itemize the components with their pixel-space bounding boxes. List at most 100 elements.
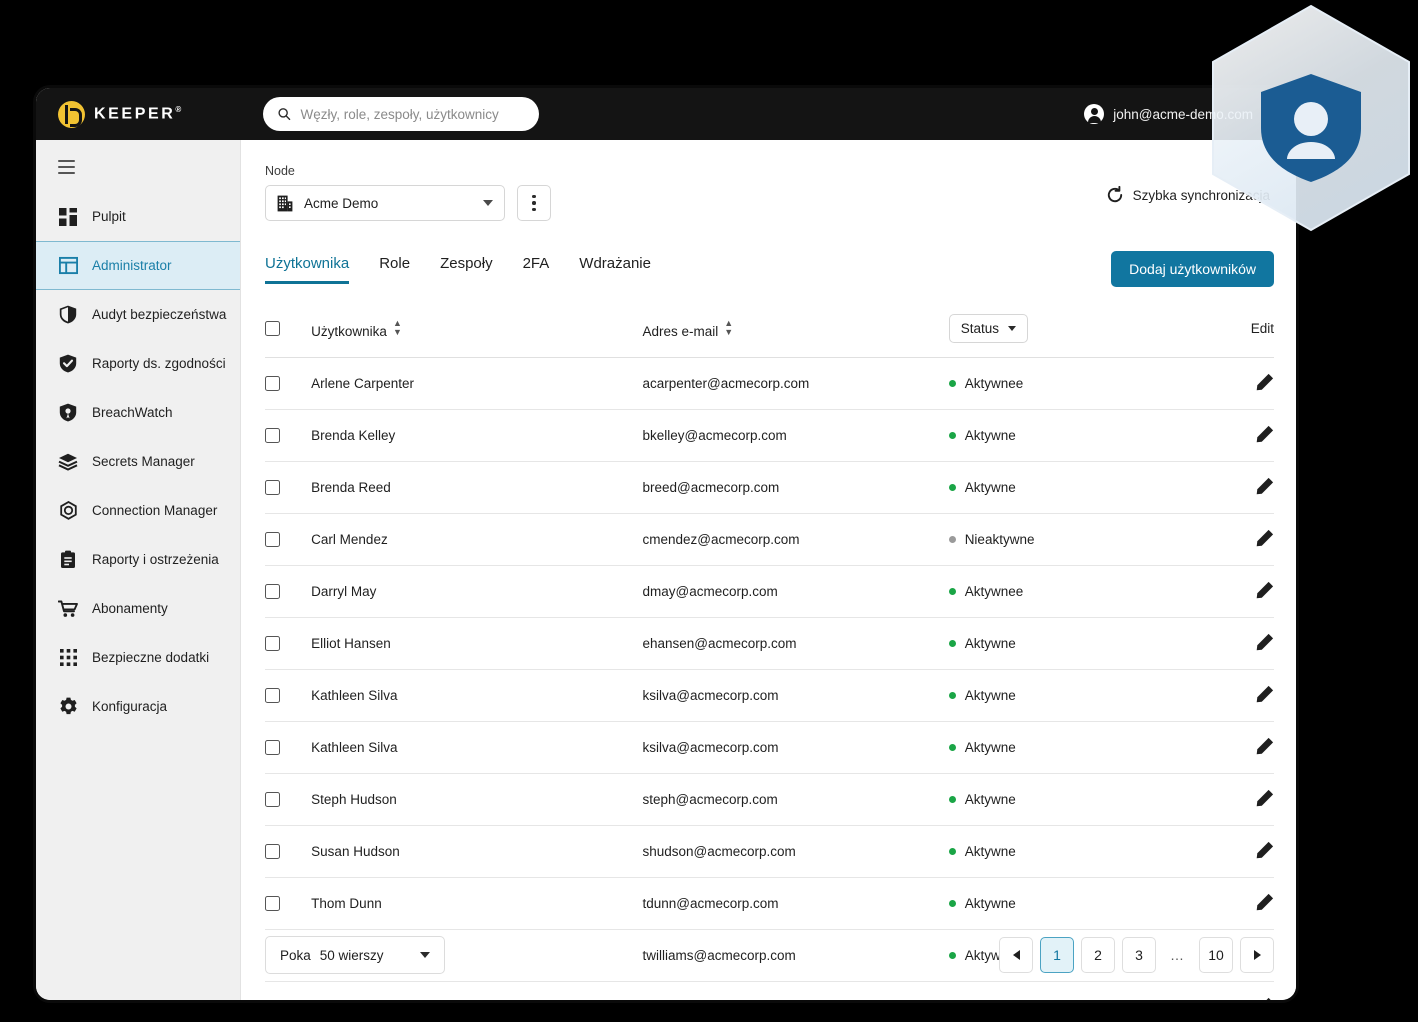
table-row[interactable]: Elliot Hansen ehansen@acmecorp.com Aktywne [265, 617, 1274, 670]
pencil-icon[interactable] [1256, 581, 1274, 602]
add-users-button[interactable]: Dodaj użytkowników [1111, 251, 1274, 287]
table-row[interactable]: Steph Hudson steph@acmecorp.com Aktywne [265, 773, 1274, 826]
hamburger-icon[interactable] [36, 146, 76, 192]
header-email[interactable]: Adres e-mail ▲ ▼ [642, 305, 948, 358]
users-table: Użytkownika▲ ▼ Adres e-mail▲ ▼ Status Ed… [265, 305, 1274, 1000]
sort-arrows-icon[interactable]: ▲ ▼ [724, 318, 733, 337]
row-checkbox[interactable] [265, 584, 280, 599]
table-row[interactable]: Darryl May dmay@acmecorp.com Aktywnee [265, 565, 1274, 618]
sidebar-item-label: Audyt bezpieczeństwa [92, 307, 227, 322]
sidebar-item-bezpieczne-dodatki[interactable]: Bezpieczne dodatki [36, 633, 240, 682]
sidebar-item-breachwatch[interactable]: BreachWatch [36, 388, 240, 437]
tab-role[interactable]: Role [379, 255, 410, 284]
sidebar: Pulpit Administrator Audyt bezpieczeństw… [36, 140, 241, 1000]
row-edit-cell [1210, 982, 1274, 1000]
row-email-cell: ksilva@acmecorp.com [642, 688, 779, 703]
header-status: Status [948, 305, 1210, 358]
table-row[interactable]: Brenda Kelley bkelley@acmecorp.com Aktywne [265, 409, 1274, 462]
sidebar-item-abonamenty[interactable]: Abonamenty [36, 584, 240, 633]
status-dot [948, 432, 956, 439]
gear-icon [58, 697, 78, 717]
dashboard-icon [58, 207, 78, 227]
pencil-icon[interactable] [1256, 997, 1274, 1000]
brand-logo[interactable]: KEEPER® [36, 100, 241, 128]
row-checkbox[interactable] [265, 480, 280, 495]
row-checkbox[interactable] [265, 792, 280, 807]
layers-icon [58, 452, 78, 472]
row-checkbox[interactable] [265, 740, 280, 755]
tab-wdrazanie[interactable]: Wdrażanie [579, 255, 651, 284]
account-menu[interactable]: john@acme-demo.com [1084, 104, 1272, 124]
sidebar-item-raporty-zgodnosci[interactable]: Raporty ds. zgodności [36, 339, 240, 388]
pencil-icon[interactable] [1256, 685, 1274, 706]
row-checkbox[interactable] [265, 844, 280, 859]
pagination-page-2[interactable]: 2 [1081, 937, 1115, 973]
select-all-checkbox[interactable] [265, 321, 280, 336]
node-more-menu-button[interactable] [517, 185, 551, 221]
pencil-icon[interactable] [1256, 633, 1274, 654]
sidebar-item-raporty-ostrzezenia[interactable]: Raporty i ostrzeżenia [36, 535, 240, 584]
row-status-cell: Aktywne [948, 410, 1210, 462]
brand-name: KEEPER® [94, 104, 182, 123]
table-row[interactable]: Kathleen Silva ksilva@acmecorp.com Aktywne [265, 669, 1274, 722]
pencil-icon[interactable] [1256, 373, 1274, 394]
row-user-cell: Brenda Kelley [311, 428, 396, 443]
pencil-icon[interactable] [1256, 737, 1274, 758]
tabs-row: Użytkownika Role Zespoły 2FA Wdrażanie D… [265, 251, 1274, 287]
row-status-cell: Aktywne [948, 774, 1210, 826]
table-row[interactable]: Arlene Carpenter acarpenter@acmecorp.com A… [265, 357, 1274, 410]
more-vertical-icon [532, 194, 536, 199]
tab-zespoly[interactable]: Zespoły [440, 255, 493, 284]
row-checkbox[interactable] [265, 636, 280, 651]
status-label: Aktywnee [964, 584, 1024, 599]
sidebar-item-konfiguracja[interactable]: Konfiguracja [36, 682, 240, 731]
pencil-icon[interactable] [1256, 477, 1274, 498]
search-input[interactable] [300, 106, 525, 122]
sidebar-item-connection-manager[interactable]: Connection Manager [36, 486, 240, 535]
rows-per-page-select[interactable]: Poka 50 wierszy [265, 936, 445, 974]
pagination-prev-button[interactable] [999, 937, 1033, 973]
pencil-icon[interactable] [1256, 841, 1274, 862]
table-row[interactable]: Thom Dunn tdunn@acmecorp.com Aktywne [265, 877, 1274, 930]
rows-per-page-value: 50 wierszy [319, 947, 384, 963]
pagination-page-3[interactable]: 3 [1122, 937, 1156, 973]
sidebar-item-administrator[interactable]: Administrator [36, 241, 240, 290]
table-row[interactable]: Carl Mendez cmendez@acmecorp.com Nieaktywn… [265, 513, 1274, 566]
row-select-cell [265, 722, 311, 774]
pagination-page-1[interactable]: 1 [1040, 937, 1074, 973]
row-checkbox[interactable] [265, 688, 280, 703]
search-box[interactable] [263, 97, 539, 131]
account-email: john@acme-demo.com [1113, 106, 1253, 122]
pencil-icon[interactable] [1256, 789, 1274, 810]
table-row[interactable]: Brenda Reed breed@acmecorp.com Aktywne [265, 461, 1274, 514]
pagination-page-10[interactable]: 10 [1199, 937, 1233, 973]
sidebar-item-audyt-bezpieczenstwa[interactable]: Audyt bezpieczeństwa [36, 290, 240, 339]
row-checkbox[interactable] [265, 532, 280, 547]
tab-uzytkownika[interactable]: Użytkownika [265, 255, 350, 284]
table-row[interactable]: Kathleen Silva ksilva@acmecorp.com Aktywne [265, 721, 1274, 774]
tab-2fa[interactable]: 2FA [523, 255, 550, 284]
row-checkbox[interactable] [265, 428, 280, 443]
status-filter-dropdown[interactable]: Status [948, 314, 1028, 343]
pencil-icon[interactable] [1256, 893, 1274, 914]
status-label: Aktywne [964, 740, 1016, 755]
sidebar-item-pulpit[interactable]: Pulpit [36, 192, 240, 241]
pagination-next-button[interactable] [1240, 937, 1274, 973]
quick-sync-button[interactable]: Szybka synchronizacja [1106, 186, 1270, 204]
pencil-icon[interactable] [1256, 529, 1274, 550]
table-row[interactable]: Zach Reidzreid@acmecorp.comAktywne [265, 981, 1274, 1001]
sidebar-item-label: Konfiguracja [92, 699, 168, 714]
header-user[interactable]: Użytkownika ▲ ▼ [311, 305, 642, 358]
pencil-icon[interactable] [1256, 425, 1274, 446]
row-user-cell: Kathleen Silva [311, 740, 398, 755]
sort-arrows-icon[interactable]: ▲ ▼ [393, 318, 402, 337]
row-select-cell [265, 982, 311, 1001]
table-row[interactable]: Susan Hudson shudson@acmecorp.com Aktywne [265, 825, 1274, 878]
row-checkbox[interactable] [265, 376, 280, 391]
sidebar-item-label: Connection Manager [92, 503, 218, 518]
node-select[interactable]: Acme Demo [265, 185, 505, 221]
row-select-cell [265, 410, 311, 462]
row-status-cell: Aktywne [948, 618, 1210, 670]
sidebar-item-secrets-manager[interactable]: Secrets Manager [36, 437, 240, 486]
row-checkbox[interactable] [265, 896, 280, 911]
